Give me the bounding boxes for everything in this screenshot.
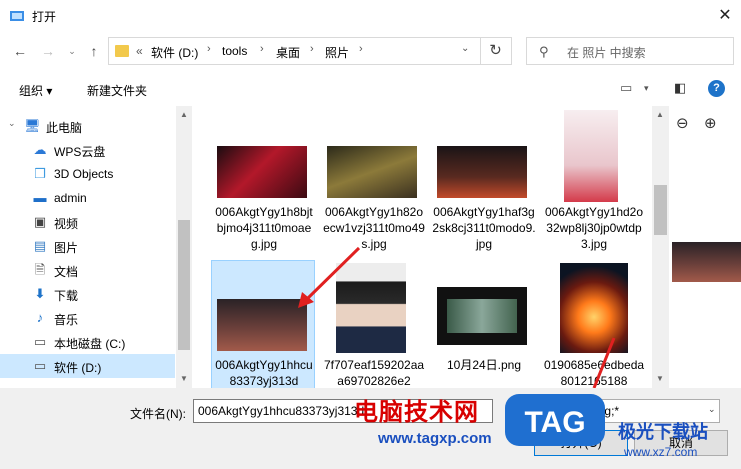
sidebar-item-downloads[interactable]: ⬇ 下载 (0, 282, 175, 306)
download-icon: ⬇ (34, 286, 46, 301)
svg-text:TAG: TAG (524, 406, 585, 439)
drive-icon: ▭ (33, 358, 47, 373)
navigation-pane: ⌄ 🖥 此电脑 ☁ WPS云盘 ❒ 3D Objects ▬ admin ▣ 视… (0, 106, 192, 388)
search-input[interactable]: 在 照片 中搜索 (567, 44, 646, 61)
breadcrumb-separator: › (207, 43, 211, 55)
file-list-scrollbar-thumb[interactable] (654, 185, 667, 235)
breadcrumb-item[interactable]: tools (222, 44, 247, 58)
breadcrumb-separator: › (260, 43, 264, 55)
forward-arrow-icon[interactable]: → (38, 41, 58, 61)
cube-icon: ❒ (34, 166, 46, 181)
sidebar-item-label: 图片 (54, 241, 79, 255)
tag-logo: TAG (505, 394, 605, 446)
sidebar-item-label: 音乐 (54, 313, 79, 327)
organize-button[interactable]: 组织 ▾ (19, 82, 52, 99)
scroll-up-icon[interactable]: ▲ (176, 110, 192, 119)
music-icon: ♪ (36, 310, 44, 325)
video-icon: ▣ (33, 214, 47, 229)
chevron-down-icon[interactable]: ⌄ (708, 404, 716, 415)
title-bar: 打开 ✕ (0, 0, 741, 32)
cloud-icon: ☁ (33, 142, 47, 157)
file-list: 006AkgtYgy1h8bjtbjmo4j311t0moaeg.jpg 006… (194, 106, 654, 388)
filename-label: 文件名(N): (130, 407, 186, 421)
sidebar-item-this-pc[interactable]: ⌄ 🖥 此电脑 (0, 114, 175, 138)
sidebar-item-label: 视频 (54, 217, 79, 231)
back-arrow-icon[interactable]: ← (10, 41, 30, 61)
command-bar: 组织 ▾ 新建文件夹 ▭ ▾ ◧ (0, 74, 741, 104)
sidebar-item-documents[interactable]: 🗎 文档 (0, 258, 175, 282)
search-box[interactable]: ⚲ 在 照片 中搜索 (526, 37, 734, 65)
sidebar-item-pictures[interactable]: ▤ 图片 (0, 234, 175, 258)
picture-icon: ▤ (33, 238, 47, 253)
user-folder-icon: ▬ (33, 190, 47, 205)
recent-locations-chevron-icon[interactable]: ⌄ (62, 41, 82, 61)
breadcrumb-item[interactable]: 软件 (D:) (151, 44, 198, 61)
window-title: 打开 (32, 10, 57, 24)
view-dropdown-icon[interactable]: ▾ (644, 83, 649, 94)
document-icon: 🗎 (34, 262, 46, 277)
address-dropdown-icon[interactable]: ⌄ (461, 43, 469, 54)
sidebar-item-label: WPS云盘 (54, 145, 106, 159)
refresh-icon[interactable]: ↻ (480, 37, 510, 65)
sidebar-item-label: 本地磁盘 (C:) (54, 337, 126, 351)
folder-icon (115, 45, 129, 57)
preview-pane-icon[interactable]: ◧ (674, 80, 686, 96)
scroll-down-icon[interactable]: ▼ (176, 374, 192, 383)
breadcrumb-overflow[interactable]: « (136, 44, 143, 58)
view-options-icon[interactable]: ▭ (620, 80, 632, 96)
sidebar-item-label: 3D Objects (54, 167, 114, 181)
file-list-scrollbar[interactable] (652, 106, 669, 388)
up-arrow-icon[interactable]: ↑ (84, 41, 104, 61)
sidebar-item-software-d[interactable]: ▭ 软件 (D:) (0, 354, 175, 378)
breadcrumb-item[interactable]: 照片 (325, 44, 349, 61)
sidebar-item-label: admin (54, 191, 87, 205)
address-bar[interactable]: « 软件 (D:) › tools › 桌面 › 照片 › ⌄ (108, 37, 512, 65)
sidebar-item-label: 软件 (D:) (54, 361, 102, 375)
scroll-down-icon[interactable]: ▼ (652, 374, 668, 383)
annotation-arrow (304, 246, 361, 302)
help-icon[interactable]: ? (708, 80, 725, 97)
annotation-arrows (298, 246, 616, 388)
preview-image (672, 242, 741, 282)
preview-pane: ⊖ ⊕ (670, 106, 741, 388)
breadcrumb-item[interactable]: 桌面 (276, 44, 300, 61)
sidebar-item-label: 下载 (54, 289, 79, 303)
computer-icon: 🖥 (24, 118, 41, 133)
sidebar-item-label: 文档 (54, 265, 79, 279)
breadcrumb-separator: › (359, 43, 363, 55)
new-folder-button[interactable]: 新建文件夹 (87, 82, 147, 99)
sidebar-item-3d-objects[interactable]: ❒ 3D Objects (0, 162, 175, 186)
close-button[interactable]: ✕ (711, 2, 739, 30)
search-icon: ⚲ (539, 44, 549, 59)
annotation-arrow (592, 337, 616, 388)
zoom-in-icon[interactable]: ⊕ (704, 114, 717, 132)
sidebar-item-local-disk-c[interactable]: ▭ 本地磁盘 (C:) (0, 330, 175, 354)
drive-icon: ▭ (33, 334, 47, 349)
sidebar-item-admin[interactable]: ▬ admin (0, 186, 175, 210)
filename-input[interactable]: 006AkgtYgy1hhcu83373yj313d (193, 399, 493, 423)
sidebar-item-label: 此电脑 (46, 121, 83, 135)
sidebar-item-wps-cloud[interactable]: ☁ WPS云盘 (0, 138, 175, 162)
navigation-scrollbar-thumb[interactable] (178, 220, 190, 350)
zoom-out-icon[interactable]: ⊖ (676, 114, 689, 132)
sidebar-item-videos[interactable]: ▣ 视频 (0, 210, 175, 234)
chevron-down-icon[interactable]: ⌄ (8, 118, 16, 129)
sidebar-item-music[interactable]: ♪ 音乐 (0, 306, 175, 330)
bottom-bar: 文件名(N): 006AkgtYgy1hhcu83373yj313d (*.jp… (0, 388, 741, 469)
scroll-up-icon[interactable]: ▲ (652, 110, 668, 119)
cancel-button[interactable]: 取消 (634, 430, 728, 456)
app-icon (10, 11, 24, 21)
breadcrumb-separator: › (310, 43, 314, 55)
